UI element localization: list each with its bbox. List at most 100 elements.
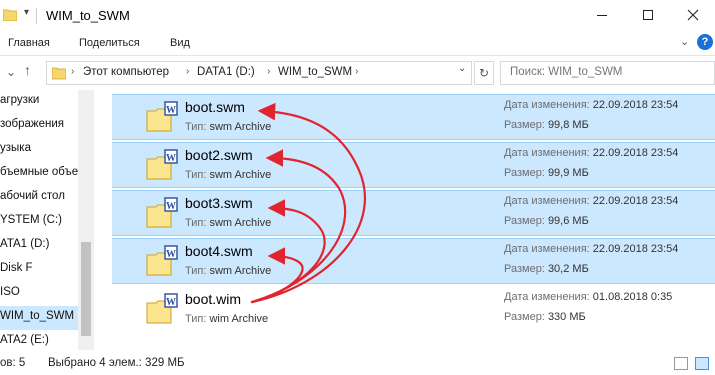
size-label: Размер: <box>504 215 545 227</box>
list-item[interactable]: W boot2.swm Тип: swm Archive Дата измене… <box>112 142 715 188</box>
sidebar-item-system-c[interactable]: YSTEM (C:) <box>0 210 78 234</box>
size-label: Размер: <box>504 119 545 131</box>
size-label: Размер: <box>504 167 545 179</box>
file-size: Размер: 99,9 МБ <box>504 167 589 179</box>
date-label: Дата изменения: <box>504 243 590 255</box>
sidebar-item-data2-e[interactable]: ATA2 (E:) <box>0 330 78 350</box>
file-type: Тип: swm Archive <box>185 121 271 133</box>
tab-share[interactable]: Поделиться <box>79 37 140 49</box>
sidebar-item-iso[interactable]: ISO <box>0 282 78 306</box>
quick-access-dropdown-icon[interactable]: ▾ <box>24 7 29 18</box>
file-date: Дата изменения: 22.09.2018 23:54 <box>504 195 678 207</box>
sidebar-item-desktop[interactable]: абочий стол <box>0 186 78 210</box>
date-label: Дата изменения: <box>504 195 590 207</box>
size-label: Размер: <box>504 311 545 323</box>
type-label: Тип: <box>185 313 207 325</box>
sidebar-item-label: Disk F <box>0 262 33 274</box>
file-size: Размер: 30,2 МБ <box>504 263 589 275</box>
recent-locations-icon[interactable]: ⌄ <box>6 65 16 79</box>
maximize-button[interactable] <box>625 0 671 30</box>
minimize-icon <box>597 14 607 16</box>
address-dropdown-icon[interactable]: ⌄ <box>458 63 466 74</box>
sidebar-item-disk-f[interactable]: Disk F <box>0 258 78 282</box>
file-size-value: 99,6 МБ <box>547 215 589 227</box>
file-name: boot.swm <box>185 99 245 115</box>
file-type: Тип: swm Archive <box>185 265 271 277</box>
archive-file-icon: W <box>146 197 178 228</box>
sidebar-item-3d-objects[interactable]: бъемные объе <box>0 162 78 186</box>
size-label: Размер: <box>504 263 545 275</box>
status-bar: ов: 5 Выбрано 4 элем.: 329 МБ <box>0 352 715 375</box>
nav-scrollbar-thumb[interactable] <box>81 242 91 336</box>
breadcrumb-this-pc[interactable]: Этот компьютер <box>83 66 169 78</box>
address-bar[interactable]: › Этот компьютер › DATA1 (D:) › WIM_to_S… <box>46 61 472 85</box>
breadcrumb-separator-icon[interactable]: › <box>186 66 189 77</box>
date-label: Дата изменения: <box>504 147 590 159</box>
list-item[interactable]: W boot.wim Тип: wim Archive Дата изменен… <box>112 287 715 333</box>
file-date: Дата изменения: 22.09.2018 23:54 <box>504 99 678 111</box>
file-size: Размер: 99,6 МБ <box>504 215 589 227</box>
sidebar-item-label: бъемные объе <box>0 166 78 178</box>
folder-icon <box>52 67 66 80</box>
selection-info: Выбрано 4 элем.: 329 МБ <box>48 357 185 369</box>
sidebar-item-data1-d[interactable]: ATA1 (D:) <box>0 234 78 258</box>
help-icon[interactable]: ? <box>697 34 713 50</box>
details-view-button[interactable] <box>674 357 688 370</box>
sidebar-item-label: агрузки <box>0 94 40 106</box>
sidebar-item-label: ATA2 (E:) <box>0 334 49 346</box>
file-date: Дата изменения: 01.08.2018 0:35 <box>504 291 672 303</box>
file-date-value: 01.08.2018 0:35 <box>592 291 673 303</box>
type-label: Тип: <box>185 265 207 277</box>
file-type-value: swm Archive <box>209 169 272 181</box>
file-name: boot.wim <box>185 291 242 307</box>
breadcrumb-separator-icon[interactable]: › <box>355 66 358 77</box>
date-label: Дата изменения: <box>504 291 590 303</box>
breadcrumb-wim-to-swm[interactable]: WIM_to_SWM <box>278 66 352 78</box>
breadcrumb-data1[interactable]: DATA1 (D:) <box>197 66 255 78</box>
file-date-value: 22.09.2018 23:54 <box>592 99 679 111</box>
file-name: boot2.swm <box>185 147 253 163</box>
ribbon-tabs: Главная Поделиться Вид ⌄ ? <box>0 32 715 56</box>
sidebar-item-label: узыка <box>0 142 31 154</box>
file-type-value: swm Archive <box>209 265 272 277</box>
tiles-view-button[interactable] <box>695 357 709 370</box>
sidebar-item-wim-to-swm[interactable]: WIM_to_SWM <box>0 306 78 330</box>
type-label: Тип: <box>185 217 207 229</box>
sidebar-item-pictures[interactable]: зображения <box>0 114 78 138</box>
tab-home[interactable]: Главная <box>8 37 50 49</box>
tab-view[interactable]: Вид <box>170 37 190 49</box>
list-item[interactable]: W boot3.swm Тип: swm Archive Дата измене… <box>112 190 715 236</box>
up-arrow-icon[interactable]: ↑ <box>24 62 31 78</box>
file-type: Тип: swm Archive <box>185 169 271 181</box>
search-input[interactable]: Поиск: WIM_to_SWM <box>500 61 715 85</box>
ribbon-expand-icon[interactable]: ⌄ <box>680 35 689 48</box>
file-type: Тип: wim Archive <box>185 313 268 325</box>
list-item[interactable]: W boot4.swm Тип: swm Archive Дата измене… <box>112 238 715 284</box>
list-item[interactable]: W boot.swm Тип: swm Archive Дата изменен… <box>112 94 715 140</box>
svg-text:W: W <box>166 297 176 308</box>
file-size-value: 330 МБ <box>547 311 586 323</box>
sidebar-item-label: абочий стол <box>0 190 65 202</box>
sidebar-item-downloads[interactable]: агрузки <box>0 90 78 114</box>
file-type-value: wim Archive <box>209 313 269 325</box>
breadcrumb-separator-icon[interactable]: › <box>71 66 74 77</box>
sidebar-item-music[interactable]: узыка <box>0 138 78 162</box>
nav-scrollbar[interactable] <box>78 90 94 350</box>
file-date: Дата изменения: 22.09.2018 23:54 <box>504 147 678 159</box>
file-date-value: 22.09.2018 23:54 <box>592 243 679 255</box>
date-label: Дата изменения: <box>504 99 590 111</box>
file-date-value: 22.09.2018 23:54 <box>592 195 679 207</box>
file-name: boot4.swm <box>185 243 253 259</box>
refresh-button[interactable]: ↻ <box>474 61 494 85</box>
archive-file-icon: W <box>146 245 178 276</box>
breadcrumb-separator-icon[interactable]: › <box>267 66 270 77</box>
navigation-pane: агрузки зображения узыка бъемные объе аб… <box>0 90 94 350</box>
item-count: ов: 5 <box>0 357 26 369</box>
file-date: Дата изменения: 22.09.2018 23:54 <box>504 243 678 255</box>
type-label: Тип: <box>185 169 207 181</box>
close-button[interactable] <box>670 0 715 30</box>
archive-file-icon: W <box>146 149 178 180</box>
svg-text:W: W <box>166 201 176 212</box>
minimize-button[interactable] <box>579 0 625 30</box>
title-separator <box>36 8 37 24</box>
